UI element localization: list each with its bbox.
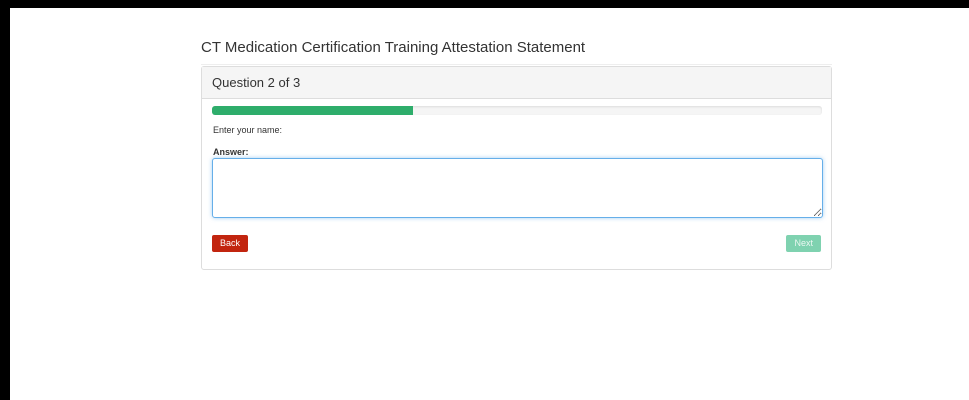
answer-textarea[interactable]: [212, 158, 823, 218]
question-panel: Question 2 of 3 Enter your name: Answer:…: [201, 66, 832, 270]
back-button[interactable]: Back: [212, 235, 249, 252]
question-heading: Question 2 of 3: [202, 67, 831, 99]
answer-label: Answer:: [213, 147, 249, 157]
progress-bar: [212, 106, 414, 115]
question-prompt: Enter your name:: [213, 125, 283, 135]
progress-track: [212, 106, 822, 115]
next-button[interactable]: Next: [786, 235, 821, 252]
browser-viewport: CT Medication Certification Training Att…: [10, 8, 969, 400]
page-title: CT Medication Certification Training Att…: [201, 39, 832, 65]
